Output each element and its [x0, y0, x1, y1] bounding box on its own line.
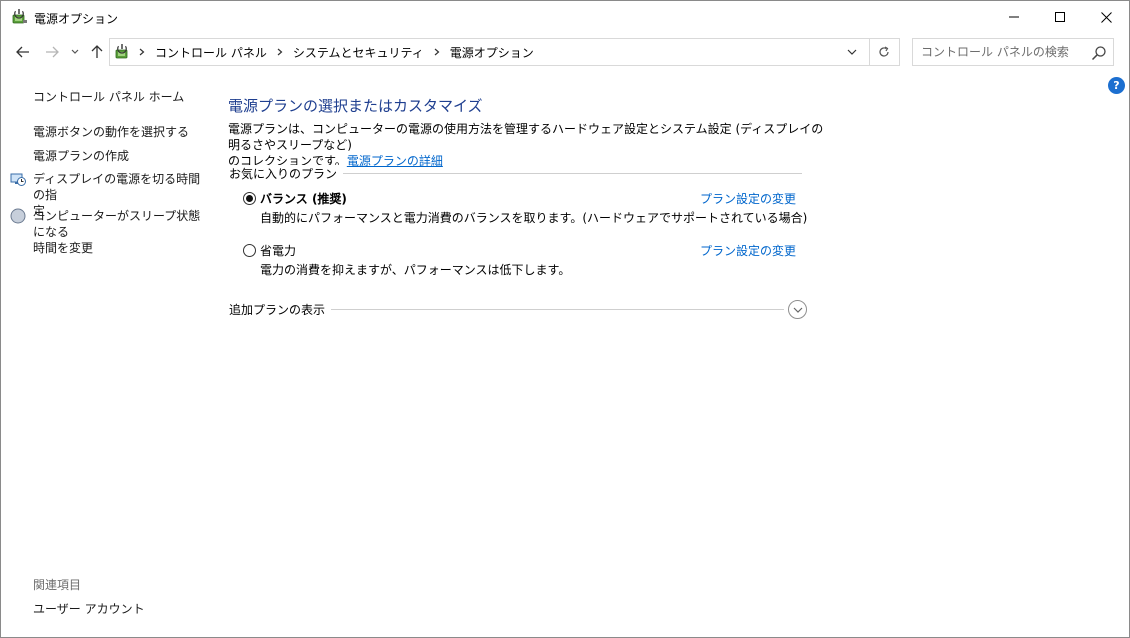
power-plan-details-link[interactable]: 電源プランの詳細: [347, 154, 443, 168]
page-title: 電源プランの選択またはカスタマイズ: [228, 97, 483, 115]
window-title: 電源オプション: [34, 12, 119, 26]
balanced-plan-settings-link[interactable]: プラン設定の変更: [700, 190, 796, 207]
address-bar[interactable]: コントロール パネル システムとセキュリティ 電源オプション: [109, 38, 900, 66]
balanced-plan-radio[interactable]: [243, 192, 256, 205]
sidebar-sleep-time-line2: 時間を変更: [33, 241, 94, 255]
monitor-clock-icon: [10, 173, 26, 186]
chevron-down-icon: [71, 49, 79, 54]
sidebar-choose-power-buttons[interactable]: 電源ボタンの動作を選択する: [33, 124, 189, 140]
search-input[interactable]: [913, 39, 1083, 65]
title-bar: 電源オプション: [1, 1, 1129, 33]
chevron-right-icon[interactable]: [429, 39, 445, 65]
description-line1: 電源プランは、コンピューターの電源の使用方法を管理するハードウェア設定とシステム…: [228, 122, 824, 152]
sidebar-user-accounts[interactable]: ユーザー アカウント: [33, 600, 145, 617]
sidebar-sleep-time-line1: コンピューターがスリープ状態になる: [33, 209, 201, 239]
up-button[interactable]: [86, 41, 108, 63]
additional-plans-heading[interactable]: 追加プランの表示: [229, 301, 332, 318]
balanced-plan-description: 自動的にパフォーマンスと電力消費のバランスを取ります。(ハードウェアでサポートさ…: [260, 211, 808, 225]
chevron-right-icon[interactable]: [272, 39, 288, 65]
minimize-icon: [1009, 16, 1019, 18]
forward-button[interactable]: [41, 41, 63, 63]
breadcrumb-power-options[interactable]: 電源オプション: [445, 44, 539, 61]
chevron-down-icon: [847, 49, 857, 55]
maximize-button[interactable]: [1037, 1, 1083, 33]
sidebar-create-power-plan[interactable]: 電源プランの作成: [33, 148, 129, 164]
page-description: 電源プランは、コンピューターの電源の使用方法を管理するハードウェア設定とシステム…: [228, 121, 828, 169]
power-saver-plan-settings-link[interactable]: プラン設定の変更: [700, 242, 796, 259]
sidebar-control-panel-home[interactable]: コントロール パネル ホーム: [33, 89, 184, 105]
back-button[interactable]: [12, 41, 34, 63]
sidebar-sleep-time[interactable]: コンピューターがスリープ状態になる 時間を変更: [33, 208, 208, 256]
arrow-right-icon: [46, 46, 59, 58]
close-button[interactable]: [1083, 1, 1129, 33]
power-saver-plan-name[interactable]: 省電力: [260, 242, 296, 259]
balanced-plan-name[interactable]: バランス (推奨): [260, 190, 347, 207]
moon-icon: [10, 208, 26, 224]
power-saver-plan-radio[interactable]: [243, 244, 256, 257]
chevron-down-icon: [793, 307, 802, 313]
navigation-bar: コントロール パネル システムとセキュリティ 電源オプション: [1, 35, 1129, 69]
recent-locations-button[interactable]: [67, 41, 83, 63]
address-divider: [869, 39, 870, 65]
breadcrumb-control-panel[interactable]: コントロール パネル: [150, 44, 272, 61]
power-saver-plan-description: 電力の消費を抑えますが、パフォーマンスは低下します。: [260, 263, 571, 277]
chevron-right-icon[interactable]: [134, 39, 150, 65]
help-button[interactable]: ?: [1108, 77, 1125, 94]
power-options-window: 電源オプション コントロール パネル システムとセキュリティ 電源オプション コ…: [0, 0, 1130, 638]
arrow-up-icon: [91, 45, 103, 58]
breadcrumb-system-security[interactable]: システムとセキュリティ: [288, 44, 429, 61]
refresh-icon: [879, 46, 889, 57]
search-icon[interactable]: [1091, 45, 1107, 61]
related-heading: 関連項目: [33, 578, 82, 592]
maximize-icon: [1055, 12, 1065, 22]
address-dropdown-button[interactable]: [841, 39, 863, 65]
sidebar-display-off-time-line1: ディスプレイの電源を切る時間の指: [33, 172, 201, 202]
power-options-icon: [115, 44, 128, 59]
breadcrumb: コントロール パネル システムとセキュリティ 電源オプション: [134, 39, 539, 65]
power-options-icon: [12, 9, 27, 24]
expand-additional-plans-button[interactable]: [788, 300, 807, 319]
minimize-button[interactable]: [991, 1, 1037, 33]
favorites-heading: お気に入りのプラン: [229, 165, 344, 182]
refresh-button[interactable]: [873, 39, 895, 65]
close-icon: [1100, 11, 1112, 23]
arrow-left-icon: [16, 46, 29, 58]
search-box[interactable]: [912, 38, 1114, 66]
